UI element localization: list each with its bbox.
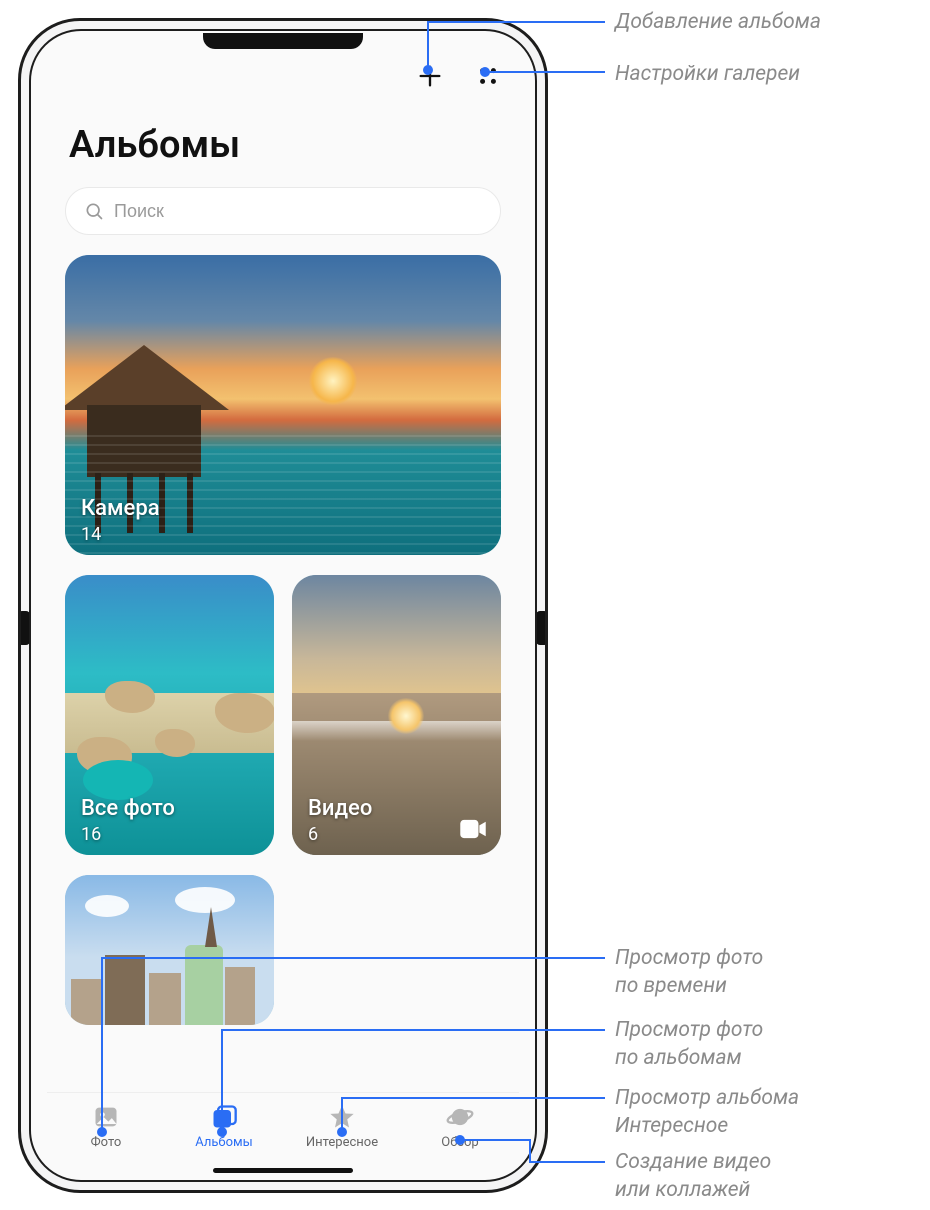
callout-gallery-settings: Настройки галереи: [615, 60, 800, 88]
nav-albums[interactable]: Альбомы: [165, 1103, 283, 1150]
video-icon: [459, 819, 487, 843]
nav-photo[interactable]: Фото: [47, 1103, 165, 1150]
photo-icon: [92, 1103, 120, 1131]
phone-frame: Альбомы Камера 14: [18, 18, 548, 1193]
hinge-right: [536, 611, 548, 645]
search-input[interactable]: [114, 201, 482, 222]
page-title: Альбомы: [47, 93, 519, 187]
add-album-button[interactable]: [413, 59, 447, 93]
album-video[interactable]: Видео 6: [292, 575, 501, 855]
album-other[interactable]: [65, 875, 274, 1025]
callout-create-video: Создание видеоили коллажей: [615, 1148, 771, 1205]
album-count: 14: [81, 524, 101, 545]
nav-label: Интересное: [306, 1135, 378, 1150]
album-count: 6: [308, 824, 318, 845]
album-count: 16: [81, 824, 101, 845]
callout-add-album: Добавление альбома: [615, 8, 821, 36]
planet-icon: [446, 1103, 474, 1131]
callout-by-time: Просмотр фотопо времени: [615, 944, 763, 1001]
album-thumb: [65, 875, 274, 1025]
nav-label: Альбомы: [195, 1135, 253, 1150]
nav-label: Обзор: [441, 1135, 478, 1150]
search-bar[interactable]: [65, 187, 501, 235]
volume-button: [546, 221, 548, 331]
star-icon: [328, 1103, 356, 1131]
home-indicator[interactable]: [213, 1168, 353, 1173]
album-camera[interactable]: Камера 14: [65, 255, 501, 555]
top-action-bar: [47, 49, 519, 93]
gallery-settings-button[interactable]: [471, 59, 505, 93]
search-icon: [84, 201, 104, 221]
callout-discover: Просмотр альбомаИнтересное: [615, 1084, 799, 1141]
album-all-photos[interactable]: Все фото 16: [65, 575, 274, 855]
menu-dots-icon: [475, 63, 501, 89]
notch: [203, 33, 363, 49]
bottom-nav: Фото Альбомы Интересное Обзор: [47, 1092, 519, 1164]
phone-screen: Альбомы Камера 14: [29, 29, 537, 1182]
albums-grid: Камера 14 Все фото 16: [47, 255, 519, 1092]
album-label: Камера: [81, 496, 160, 521]
albums-icon: [210, 1103, 238, 1131]
callout-by-albums: Просмотр фотопо альбомам: [615, 1016, 763, 1073]
plus-icon: [416, 62, 444, 90]
nav-label: Фото: [91, 1135, 122, 1150]
nav-browse[interactable]: Обзор: [401, 1103, 519, 1150]
album-label: Все фото: [81, 796, 175, 821]
album-label: Видео: [308, 796, 372, 821]
power-button: [546, 361, 548, 421]
nav-discover[interactable]: Интересное: [283, 1103, 401, 1150]
